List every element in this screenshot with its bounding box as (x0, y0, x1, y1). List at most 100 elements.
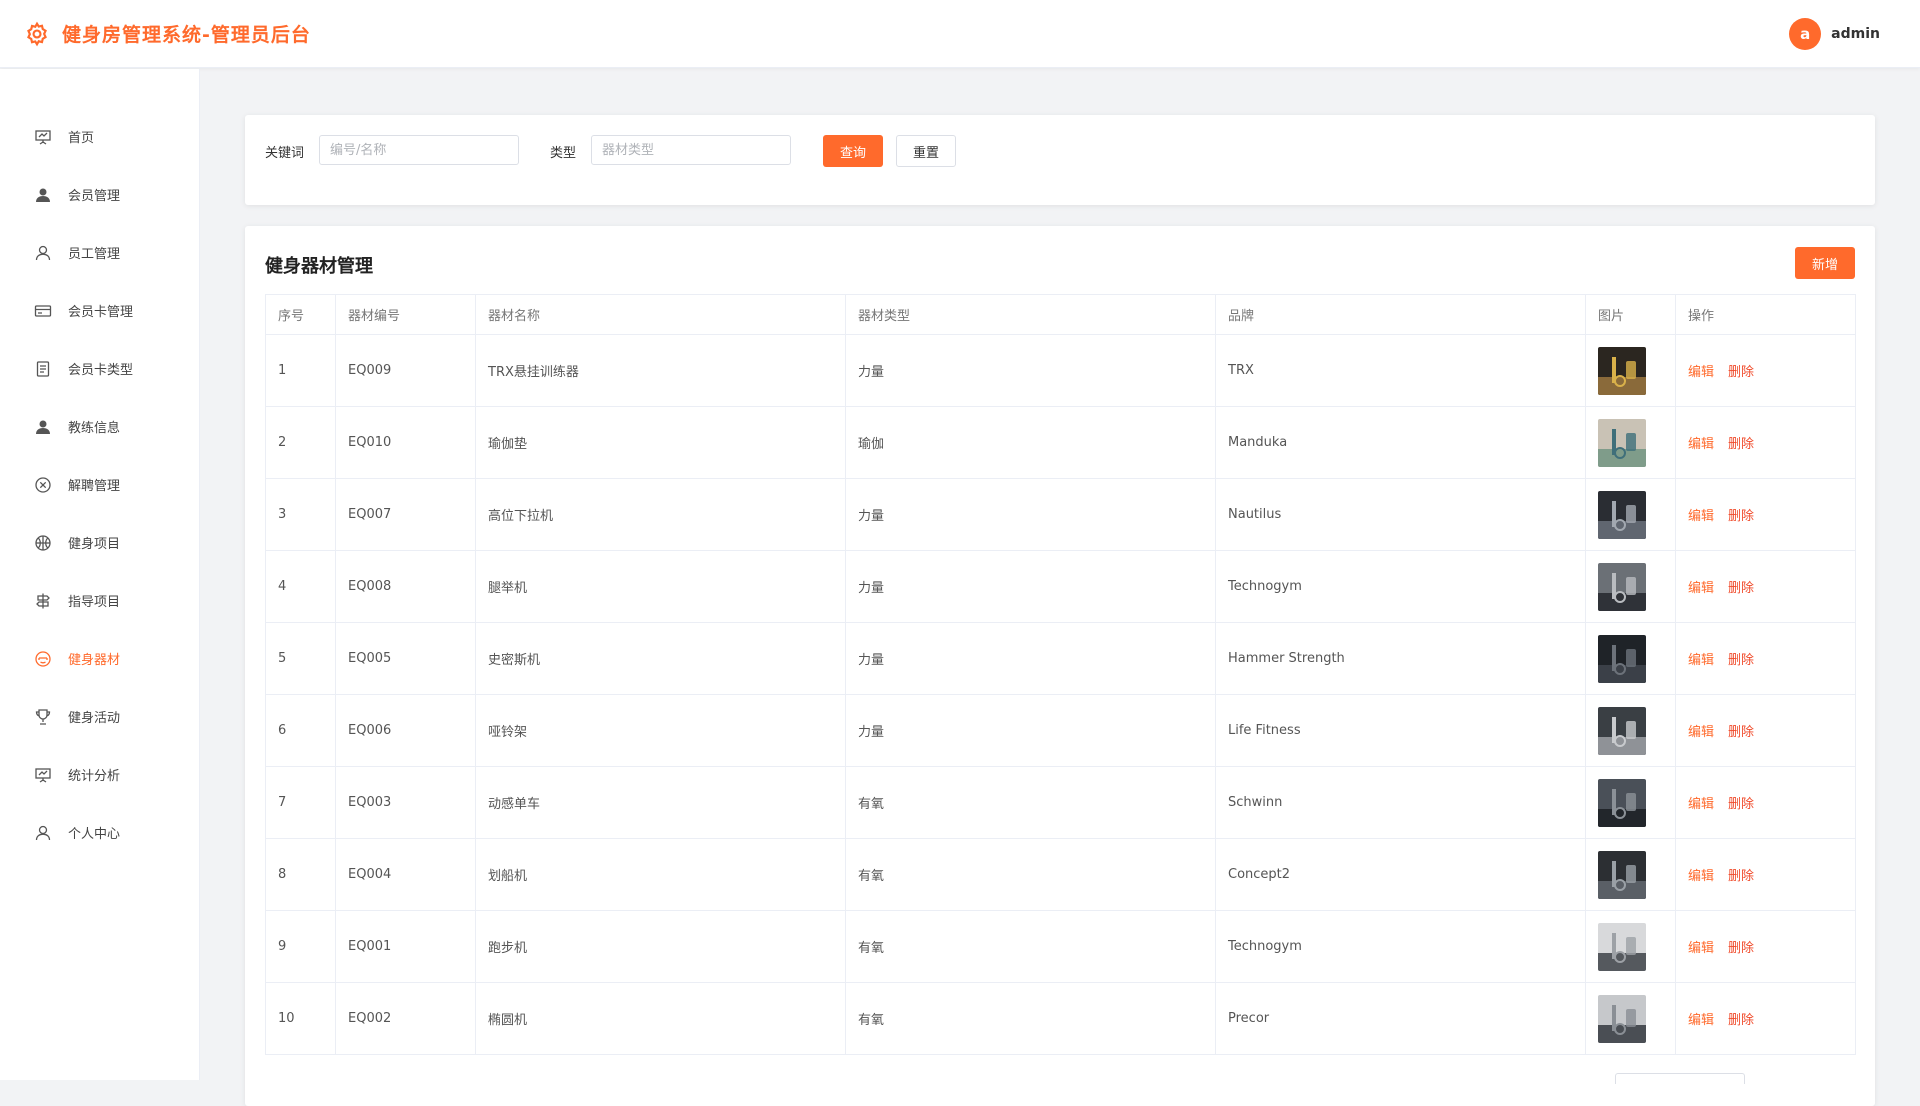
sidebar-item-membership-cards[interactable]: 会员卡管理 (0, 290, 199, 330)
cell-brand: Life Fitness (1215, 694, 1586, 767)
delete-button[interactable]: 删除 (1728, 725, 1754, 740)
table-row: 10 EQ002 椭圆机 有氧 Precor 编辑 删除 (265, 982, 1856, 1055)
sidebar-item-label: 会员管理 (68, 189, 121, 204)
cell-code: EQ008 (335, 550, 476, 623)
cell-type: 力量 (845, 550, 1216, 623)
column-header-actions: 操作 (1675, 294, 1856, 335)
cell-index: 10 (265, 982, 336, 1055)
delete-button[interactable]: 删除 (1728, 581, 1754, 596)
equipment-thumbnail[interactable] (1598, 634, 1646, 683)
equipment-icon (35, 651, 51, 667)
cell-type: 瑜伽 (845, 406, 1216, 479)
delete-button[interactable]: 删除 (1728, 365, 1754, 380)
sidebar-item-home[interactable]: 首页 (0, 116, 199, 156)
cell-type: 力量 (845, 622, 1216, 695)
cell-index: 3 (265, 478, 336, 551)
pagination[interactable] (1615, 1073, 1745, 1084)
sidebar-item-label: 员工管理 (68, 247, 121, 262)
cell-code: EQ007 (335, 478, 476, 551)
sidebar-item-fitness-programs[interactable]: 健身项目 (0, 522, 199, 562)
edit-button[interactable]: 编辑 (1688, 581, 1714, 596)
type-input[interactable] (591, 135, 791, 165)
equipment-thumbnail[interactable] (1598, 562, 1646, 611)
cell-code: EQ005 (335, 622, 476, 695)
cell-brand: Technogym (1215, 910, 1586, 983)
column-header-code: 器材编号 (335, 294, 476, 335)
sidebar-item-label: 健身活动 (68, 711, 121, 726)
sidebar-item-staff[interactable]: 员工管理 (0, 232, 199, 272)
edit-button[interactable]: 编辑 (1688, 941, 1714, 956)
reset-button[interactable]: 重置 (896, 135, 956, 167)
table-row: 5 EQ005 史密斯机 力量 Hammer Strength 编辑 删除 (265, 622, 1856, 695)
cell-actions: 编辑 删除 (1675, 910, 1856, 983)
cell-type: 力量 (845, 478, 1216, 551)
username[interactable]: admin (1831, 26, 1880, 42)
sidebar-item-activities[interactable]: 健身活动 (0, 696, 199, 736)
cell-brand: Schwinn (1215, 766, 1586, 839)
search-button[interactable]: 查询 (823, 135, 883, 167)
equipment-thumbnail[interactable] (1598, 850, 1646, 899)
equipment-thumbnail[interactable] (1598, 706, 1646, 755)
table-row: 3 EQ007 高位下拉机 力量 Nautilus 编辑 删除 (265, 478, 1856, 551)
equipment-thumbnail[interactable] (1598, 778, 1646, 827)
edit-button[interactable]: 编辑 (1688, 509, 1714, 524)
delete-button[interactable]: 删除 (1728, 509, 1754, 524)
cell-image (1585, 622, 1676, 695)
cell-image (1585, 694, 1676, 767)
edit-button[interactable]: 编辑 (1688, 869, 1714, 884)
keyword-input[interactable] (319, 135, 519, 165)
edit-button[interactable]: 编辑 (1688, 653, 1714, 668)
edit-button[interactable]: 编辑 (1688, 725, 1714, 740)
equipment-thumbnail[interactable] (1598, 922, 1646, 971)
sidebar-item-guidance[interactable]: 指导项目 (0, 580, 199, 620)
cell-code: EQ009 (335, 334, 476, 407)
delete-button[interactable]: 删除 (1728, 797, 1754, 812)
sidebar-item-dismissal[interactable]: 解聘管理 (0, 464, 199, 504)
filter-panel: 关键词 类型 查询 重置 (245, 115, 1875, 205)
sidebar: 首页 会员管理 员工管理 会员卡管理 会员卡类型 教练信息 解聘管理 健身项目 … (0, 69, 200, 1080)
page-title: 健身器材管理 (265, 256, 373, 277)
cell-actions: 编辑 删除 (1675, 694, 1856, 767)
sidebar-item-equipment[interactable]: 健身器材 (0, 638, 199, 678)
user-solid-icon (36, 188, 50, 202)
delete-button[interactable]: 删除 (1728, 869, 1754, 884)
cell-brand: Hammer Strength (1215, 622, 1586, 695)
cell-type: 有氧 (845, 982, 1216, 1055)
cell-code: EQ006 (335, 694, 476, 767)
sidebar-item-card-types[interactable]: 会员卡类型 (0, 348, 199, 388)
equipment-thumbnail[interactable] (1598, 994, 1646, 1043)
user-outline-icon (35, 825, 51, 841)
sidebar-item-profile[interactable]: 个人中心 (0, 812, 199, 852)
cell-image (1585, 910, 1676, 983)
delete-button[interactable]: 删除 (1728, 941, 1754, 956)
avatar[interactable]: a (1789, 18, 1822, 50)
edit-button[interactable]: 编辑 (1688, 365, 1714, 380)
column-header-brand: 品牌 (1215, 294, 1586, 335)
equipment-thumbnail[interactable] (1598, 346, 1646, 395)
cell-actions: 编辑 删除 (1675, 478, 1856, 551)
user-outline-icon (35, 245, 51, 261)
top-header: 健身房管理系统-管理员后台 a admin (0, 0, 1920, 68)
equipment-thumbnail[interactable] (1598, 418, 1646, 467)
delete-button[interactable]: 删除 (1728, 653, 1754, 668)
cell-actions: 编辑 删除 (1675, 406, 1856, 479)
sidebar-item-coaches[interactable]: 教练信息 (0, 406, 199, 446)
sidebar-item-members[interactable]: 会员管理 (0, 174, 199, 214)
user-menu[interactable]: a admin (1789, 18, 1880, 50)
delete-button[interactable]: 删除 (1728, 1013, 1754, 1028)
cell-brand: Nautilus (1215, 478, 1586, 551)
table-row: 7 EQ003 动感单车 有氧 Schwinn 编辑 删除 (265, 766, 1856, 839)
table-row: 2 EQ010 瑜伽垫 瑜伽 Manduka 编辑 删除 (265, 406, 1856, 479)
edit-button[interactable]: 编辑 (1688, 797, 1714, 812)
sidebar-item-statistics[interactable]: 统计分析 (0, 754, 199, 794)
edit-button[interactable]: 编辑 (1688, 1013, 1714, 1028)
edit-button[interactable]: 编辑 (1688, 437, 1714, 452)
equipment-thumbnail[interactable] (1598, 490, 1646, 539)
cell-image (1585, 478, 1676, 551)
add-equipment-button[interactable]: 新增 (1795, 247, 1855, 279)
delete-button[interactable]: 删除 (1728, 437, 1754, 452)
table-row: 8 EQ004 划船机 有氧 Concept2 编辑 删除 (265, 838, 1856, 911)
cell-index: 4 (265, 550, 336, 623)
chart-board-icon (35, 768, 51, 783)
gear-icon (27, 21, 47, 47)
